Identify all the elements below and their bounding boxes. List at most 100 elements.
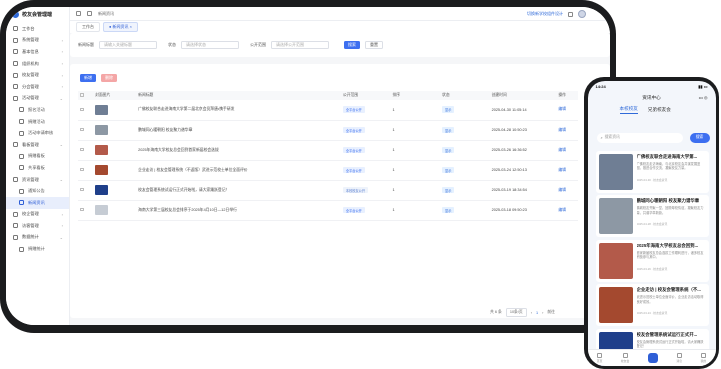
edit-link[interactable]: 编辑 — [556, 120, 578, 141]
current-page[interactable]: 1 — [536, 311, 538, 315]
sidebar-item-label: 看板管理 — [22, 141, 39, 147]
phone-nav-item[interactable]: 校友会 — [621, 352, 629, 363]
status-badge: 显示 — [442, 186, 455, 194]
search-button[interactable]: 搜索 — [344, 41, 360, 49]
sidebar-item-label: 捐赠看板 — [28, 153, 45, 159]
sidebar-item[interactable]: 系统管理 › — [6, 35, 69, 47]
checkbox[interactable] — [80, 93, 84, 97]
edit-link[interactable]: 编辑 — [556, 100, 578, 121]
avatar[interactable] — [578, 10, 586, 18]
sidebar-item-label: 系统管理 — [22, 37, 39, 43]
sidebar-item[interactable]: 看板管理 ⌄ — [6, 139, 69, 151]
sidebar-item-label: 捐赠活动 — [28, 118, 45, 124]
phone-title: 资讯中心 — [642, 94, 661, 100]
news-text: 2025年海南大学校友总会回到... 首家新届校友总会选拔工作顺利进行，诸多校友积… — [637, 243, 706, 279]
fullscreen-icon[interactable] — [568, 11, 573, 17]
checkbox[interactable] — [80, 187, 84, 192]
phone-nav-label: 消息 — [676, 358, 683, 363]
checkbox[interactable] — [80, 147, 84, 152]
sidebar-item[interactable]: 捐赠活动 — [6, 116, 69, 128]
edit-link[interactable]: 编辑 — [556, 180, 578, 201]
phone-news-item[interactable]: 广佛校友联合走进海南大学第... 广佛校友走访海南，与北京校友会共谋发展蓝图，推进… — [595, 150, 709, 193]
sidebar-item[interactable]: 新闻资讯 — [6, 196, 69, 209]
next-page-icon[interactable]: › — [542, 311, 543, 315]
checkbox[interactable] — [80, 107, 84, 111]
phone-nav-item[interactable]: 首页 — [597, 352, 603, 363]
checkbox-cell — [78, 200, 94, 221]
add-button[interactable]: 新增 — [80, 74, 96, 82]
news-text: 企业走访 | 校友会管理系统（不... 武进示范校士单位全面评价，企业走访活动取得… — [637, 287, 706, 323]
page-size-select[interactable]: 10条/页 — [505, 308, 527, 317]
edit-link[interactable]: 编辑 — [556, 160, 578, 181]
edit-link[interactable]: 编辑 — [556, 200, 578, 221]
refresh-icon[interactable] — [87, 11, 92, 16]
scope-cell: 全平台公开 — [340, 120, 391, 141]
prev-page-icon[interactable]: ‹ — [531, 311, 532, 315]
checkbox[interactable] — [80, 207, 84, 212]
page-tab[interactable]: ● 新闻资讯 × — [103, 22, 138, 32]
news-image — [598, 287, 633, 323]
public-select[interactable]: 请选择公开范围 — [271, 41, 329, 49]
table-header: 公开范围 — [340, 91, 391, 100]
created-time: 2025-04-28 10:50:23 — [489, 120, 557, 141]
sidebar-item[interactable]: 访客管理 › — [6, 220, 69, 232]
sidebar-item-label: 组织机构 — [22, 60, 39, 66]
news-item-title: 企业走访 | 校友会管理系统（不... — [636, 287, 701, 292]
phone-search-input[interactable]: ⌕ 搜索资讯 — [596, 132, 683, 143]
phone-nav-item[interactable]: 消息 — [676, 352, 683, 363]
sidebar-item[interactable]: 校友管理 › — [6, 69, 69, 81]
phone-news-item[interactable]: 企业走访 | 校友会管理系统（不... 武进示范校士单位全面评价，企业走访活动取得… — [595, 284, 709, 326]
delete-button[interactable]: 删除 — [101, 74, 117, 82]
sidebar-item[interactable]: 校企管理 › — [6, 209, 69, 221]
title-input[interactable]: 请输入关键标题 — [99, 41, 157, 49]
sidebar-item[interactable]: 数据统计 ⌄ — [6, 232, 69, 244]
checkbox[interactable] — [80, 127, 84, 132]
sidebar-item[interactable]: 资讯管理 ⌄ — [6, 174, 69, 186]
more-icon[interactable]: ••• ◎ — [699, 95, 708, 100]
phone-nav-item[interactable] — [647, 352, 658, 363]
sidebar-item[interactable]: 活动管理 ⌄ — [6, 93, 69, 105]
news-text: 广佛校友联合走进海南大学第... 广佛校友走访海南，与北京校友会共谋发展蓝图，推进… — [637, 154, 706, 190]
chevron-icon: › — [61, 72, 63, 78]
checkbox[interactable] — [80, 167, 84, 172]
sort-cell: 1 — [390, 160, 441, 181]
switch-school-link[interactable]: 切换新学校组件设计 — [527, 11, 563, 17]
cover-cell — [93, 140, 137, 161]
phone-tab[interactable]: 本校校友 — [619, 106, 638, 114]
sidebar-item[interactable]: 共享看板 — [6, 162, 69, 174]
news-title: 2025年海南大学校友总会回到首家新届校会选拔 — [136, 140, 341, 161]
sidebar-item[interactable]: 工作台 — [6, 23, 69, 35]
sidebar-item-label: 新闻资讯 — [28, 199, 45, 205]
sidebar-item[interactable]: 组织机构 › — [6, 58, 69, 70]
cover-image — [95, 125, 109, 135]
app-title: 校友会管理端 — [22, 11, 53, 18]
menu-icon — [19, 246, 24, 252]
checkbox-cell — [78, 180, 94, 201]
status-cell: 显示 — [440, 100, 490, 121]
chevron-icon: ⌄ — [59, 95, 63, 101]
sidebar-item[interactable]: 捐赠看板 — [6, 151, 69, 163]
page-tab[interactable]: 工作台 — [76, 22, 100, 32]
sidebar-item[interactable]: 通知公告 — [6, 185, 69, 197]
menu-icon — [19, 153, 24, 159]
edit-link[interactable]: 编辑 — [556, 140, 578, 161]
sidebar-item[interactable]: 捐赠统计 — [6, 243, 69, 255]
reset-button[interactable]: 重置 — [365, 41, 383, 49]
phone-nav-item[interactable]: 我的 — [701, 352, 706, 363]
sidebar-item[interactable]: 报名活动 — [6, 104, 69, 116]
status-select[interactable]: 请选择状态 — [181, 41, 239, 49]
scope-badge: 全平台公开 — [342, 126, 365, 134]
phone-news-item[interactable]: 2025年海南大学校友总会回到... 首家新届校友总会选拔工作顺利进行，诸多校友积… — [595, 239, 709, 282]
sidebar-item[interactable]: 活动申请审核 — [6, 127, 69, 139]
sidebar-item[interactable]: 分会管理 › — [6, 81, 69, 93]
phone-news-item[interactable]: 鹏城同心暖朝阳 校友聚力谱华章 鹏城校友齐聚一堂，回顾母校情谊，凝聚校友力量，共谱… — [595, 195, 709, 237]
phone-tab[interactable]: 兄弟校友会 — [648, 107, 671, 113]
nav-icon — [597, 352, 603, 358]
phone-search-button[interactable]: 搜索 — [689, 132, 710, 143]
sidebar-item[interactable]: 基本信息 › — [6, 46, 69, 58]
created-time: 2025-03-19 18:34:54 — [489, 180, 557, 201]
collapse-menu-icon[interactable] — [76, 11, 81, 16]
chevron-icon: › — [61, 37, 63, 43]
sidebar-item-label: 访客管理 — [22, 222, 39, 228]
table-header: 排序 — [390, 91, 441, 100]
